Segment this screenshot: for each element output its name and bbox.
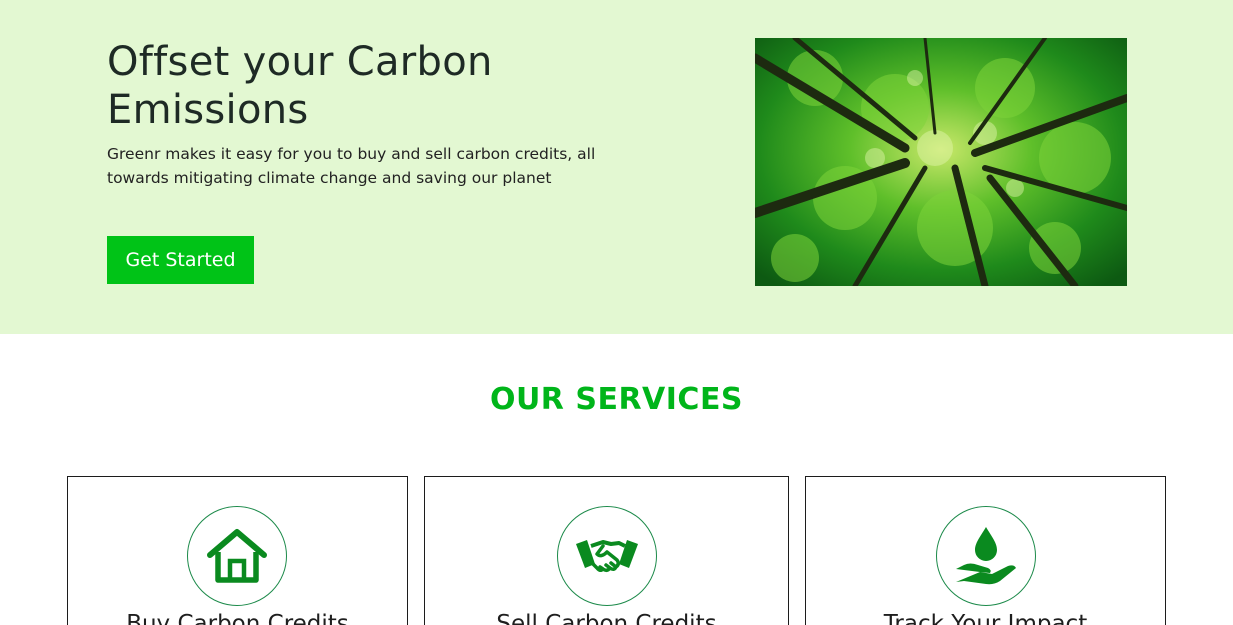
hero-description: Greenr makes it easy for you to buy and …: [107, 145, 596, 187]
get-started-button[interactable]: Get Started: [107, 236, 254, 284]
hero-title: Offset your Carbon Emissions: [107, 39, 493, 133]
services-heading: OUR SERVICES: [489, 382, 744, 417]
home-icon: [187, 506, 287, 606]
hero-section: Offset your Carbon Emissions Greenr make…: [0, 0, 1233, 334]
service-title-sell: Sell Carbon Credits: [496, 611, 717, 625]
handshake-icon: [557, 506, 657, 606]
service-title-buy: Buy Carbon Credits: [126, 611, 349, 625]
service-card-buy[interactable]: Buy Carbon Credits: [67, 476, 408, 625]
service-title-track: Track Your Impact: [883, 611, 1088, 625]
service-card-track[interactable]: Track Your Impact: [805, 476, 1166, 625]
service-card-sell[interactable]: Sell Carbon Credits: [424, 476, 789, 625]
water-drop-hand-icon: [936, 506, 1036, 606]
forest-canopy-image: [755, 38, 1127, 286]
